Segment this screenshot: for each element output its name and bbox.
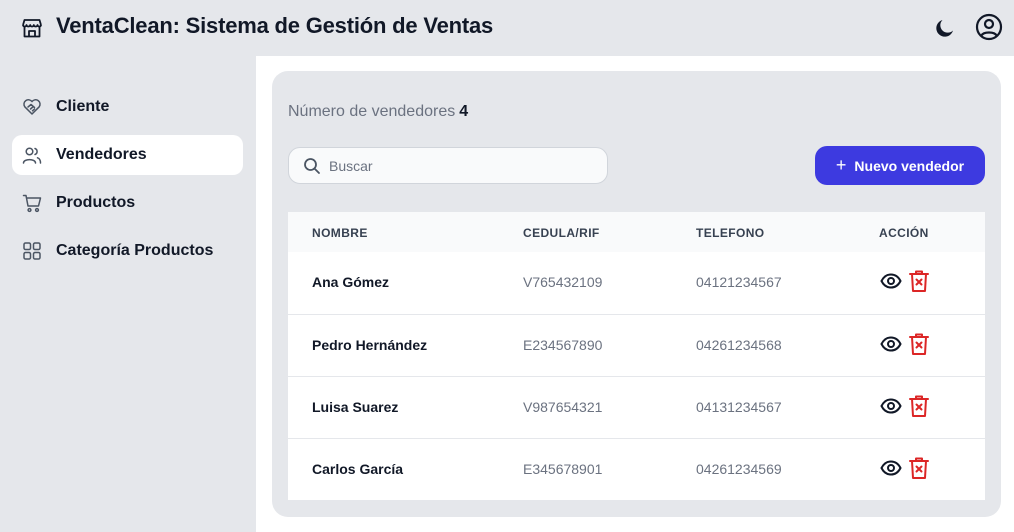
top-bar: VentaClean: Sistema de Gestión de Ventas xyxy=(0,0,1014,56)
cell-nombre: Luisa Suarez xyxy=(312,399,399,415)
table-row: Carlos García E345678901 04261234569 xyxy=(288,438,985,500)
cell-telefono: 04131234567 xyxy=(696,399,782,415)
new-vendor-button-label: Nuevo vendedor xyxy=(854,157,965,174)
vendor-count-label: Número de vendedores xyxy=(288,103,456,120)
cell-cedula: E234567890 xyxy=(523,337,603,353)
cell-cedula: E345678901 xyxy=(523,461,603,477)
table-row: Pedro Hernández E234567890 04261234568 xyxy=(288,314,985,376)
sidebar-item-categoria-productos[interactable]: Categoría Productos xyxy=(12,231,243,271)
cart-icon xyxy=(22,194,42,213)
table-header: NOMBRE CEDULA/RIF TELEFONO ACCIÓN xyxy=(288,212,985,252)
trash-icon[interactable] xyxy=(908,394,930,418)
main-content: Número de vendedores4 + Nuevo vendedor N… xyxy=(256,56,1014,532)
table-row: Luisa Suarez V987654321 04131234567 xyxy=(288,376,985,438)
trash-icon[interactable] xyxy=(908,456,930,480)
cell-telefono: 04121234567 xyxy=(696,274,782,290)
sidebar-item-label: Productos xyxy=(56,194,136,211)
column-header-nombre: NOMBRE xyxy=(312,226,368,240)
table-row: Ana Gómez V765432109 04121234567 xyxy=(288,252,985,314)
sidebar-item-vendedores[interactable]: Vendedores xyxy=(12,135,243,175)
app-title: VentaClean: Sistema de Gestión de Ventas xyxy=(56,13,494,38)
vendor-count-value: 4 xyxy=(459,103,469,120)
search-input[interactable] xyxy=(329,148,599,183)
trash-icon[interactable] xyxy=(908,332,930,356)
cell-nombre: Pedro Hernández xyxy=(312,337,428,353)
plus-icon: + xyxy=(835,154,847,175)
store-icon xyxy=(22,19,42,38)
column-header-telefono: TELEFONO xyxy=(696,226,765,240)
search-box xyxy=(288,147,608,184)
cell-cedula: V987654321 xyxy=(523,399,603,415)
eye-icon[interactable] xyxy=(880,395,902,417)
cell-telefono: 04261234568 xyxy=(696,337,782,353)
handshake-heart-icon xyxy=(23,99,41,115)
vendor-count: Número de vendedores 4 xyxy=(288,103,468,121)
sidebar-item-label: Categoría Productos xyxy=(56,242,214,259)
users-icon xyxy=(22,147,42,164)
eye-icon[interactable] xyxy=(880,333,902,355)
cell-nombre: Carlos García xyxy=(312,461,404,477)
vendors-table: NOMBRE CEDULA/RIF TELEFONO ACCIÓN Ana Gó… xyxy=(288,212,985,500)
cell-cedula: V765432109 xyxy=(523,274,603,290)
grid-icon xyxy=(23,242,41,260)
cell-telefono: 04261234569 xyxy=(696,461,782,477)
column-header-cedula: CEDULA/RIF xyxy=(523,226,600,240)
new-vendor-button[interactable]: + Nuevo vendedor xyxy=(815,146,985,185)
sidebar-item-productos[interactable]: Productos xyxy=(12,183,243,223)
sidebar: Cliente Vendedores Productos Categoría P… xyxy=(0,56,256,532)
sidebar-item-cliente[interactable]: Cliente xyxy=(12,87,243,127)
search-icon xyxy=(304,158,320,174)
column-header-accion: ACCIÓN xyxy=(879,226,929,240)
eye-icon[interactable] xyxy=(880,270,902,292)
sidebar-item-label: Cliente xyxy=(56,98,110,115)
vendedores-panel: Número de vendedores4 + Nuevo vendedor N… xyxy=(272,71,1001,517)
moon-icon[interactable] xyxy=(933,16,957,40)
trash-icon[interactable] xyxy=(908,269,930,293)
user-circle-icon[interactable] xyxy=(975,13,1003,41)
cell-nombre: Ana Gómez xyxy=(312,274,390,290)
eye-icon[interactable] xyxy=(880,457,902,479)
sidebar-item-label: Vendedores xyxy=(56,146,147,163)
